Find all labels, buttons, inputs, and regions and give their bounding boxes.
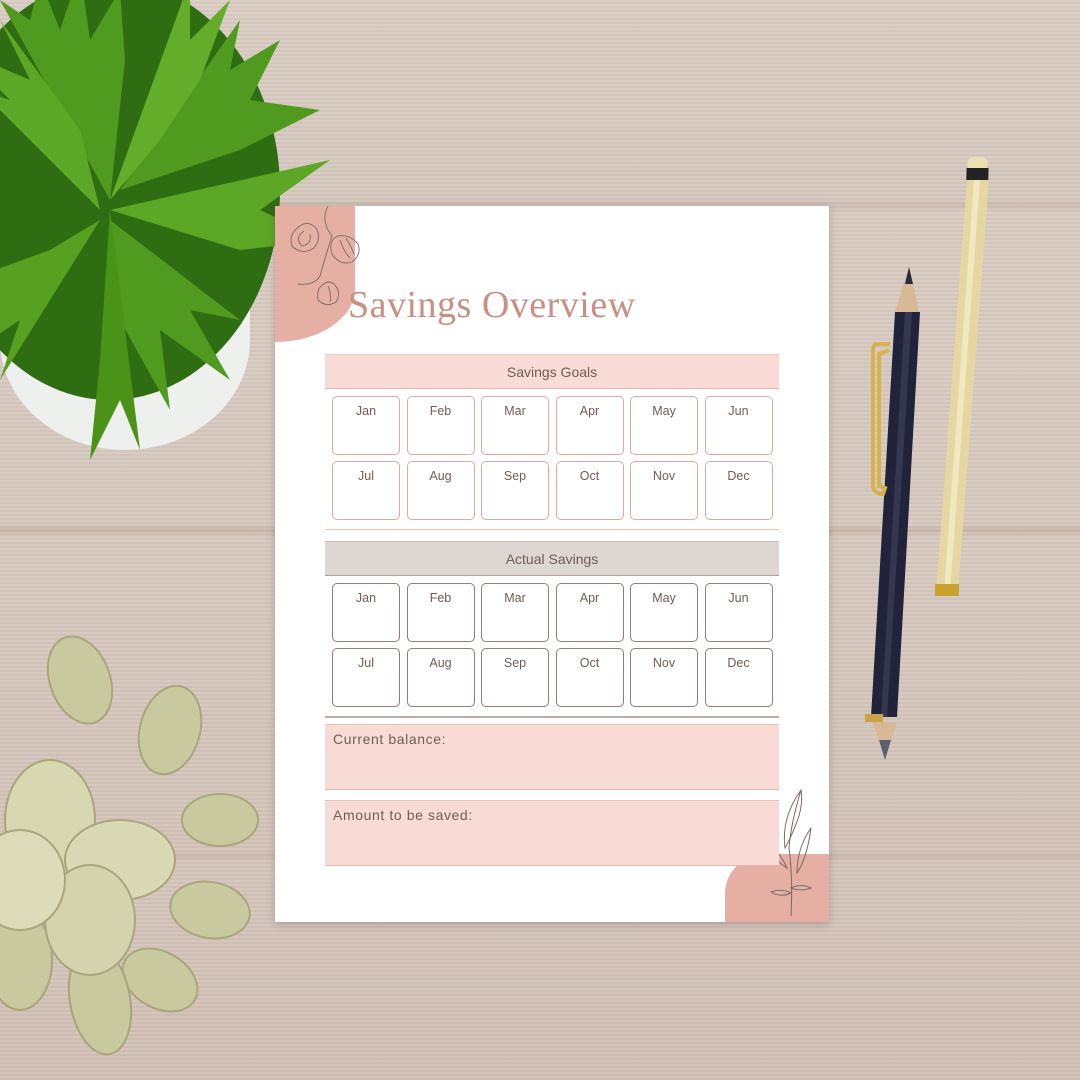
actual-cell-jun[interactable]: Jun — [704, 583, 773, 642]
actual-savings-grid: Jan Feb Mar Apr May Jun Jul Aug Sep Oct … — [332, 583, 773, 707]
actual-cell-aug[interactable]: Aug — [406, 648, 475, 707]
black-pencil-icon — [865, 267, 920, 760]
section-divider — [325, 716, 779, 718]
actual-cell-mar[interactable]: Mar — [481, 583, 549, 642]
goal-cell-oct[interactable]: Oct — [555, 461, 624, 520]
actual-cell-sep[interactable]: Sep — [481, 648, 549, 707]
goal-cell-jun[interactable]: Jun — [704, 396, 773, 455]
goal-cell-feb[interactable]: Feb — [406, 396, 475, 455]
cream-pen-icon — [935, 157, 989, 596]
amount-to-be-saved-label: Amount to be saved: — [333, 807, 473, 823]
goal-cell-apr[interactable]: Apr — [555, 396, 624, 455]
actual-cell-feb[interactable]: Feb — [406, 583, 475, 642]
actual-cell-may[interactable]: May — [630, 583, 698, 642]
section-divider — [325, 529, 779, 530]
actual-cell-jan[interactable]: Jan — [332, 583, 400, 642]
goal-cell-may[interactable]: May — [630, 396, 698, 455]
actual-cell-jul[interactable]: Jul — [332, 648, 400, 707]
actual-cell-apr[interactable]: Apr — [555, 583, 624, 642]
savings-goals-grid: Jan Feb Mar Apr May Jun Jul Aug Sep Oct … — [332, 396, 773, 520]
goal-cell-nov[interactable]: Nov — [630, 461, 698, 520]
actual-savings-heading: Actual Savings — [325, 541, 779, 576]
actual-cell-oct[interactable]: Oct — [555, 648, 624, 707]
goal-cell-sep[interactable]: Sep — [481, 461, 549, 520]
actual-cell-nov[interactable]: Nov — [630, 648, 698, 707]
goal-cell-aug[interactable]: Aug — [406, 461, 475, 520]
page-title: Savings Overview — [348, 284, 636, 326]
goal-cell-mar[interactable]: Mar — [481, 396, 549, 455]
current-balance-field[interactable]: Current balance: — [325, 724, 779, 790]
actual-cell-dec[interactable]: Dec — [704, 648, 773, 707]
savings-overview-page: Savings Overview Savings Goals Jan Feb M… — [275, 206, 829, 922]
amount-to-be-saved-field[interactable]: Amount to be saved: — [325, 800, 779, 866]
succulent-plant-icon — [0, 635, 259, 1056]
current-balance-label: Current balance: — [333, 731, 447, 747]
goal-cell-jul[interactable]: Jul — [332, 461, 400, 520]
goal-cell-dec[interactable]: Dec — [704, 461, 773, 520]
savings-goals-heading: Savings Goals — [325, 354, 779, 389]
goal-cell-jan[interactable]: Jan — [332, 396, 400, 455]
